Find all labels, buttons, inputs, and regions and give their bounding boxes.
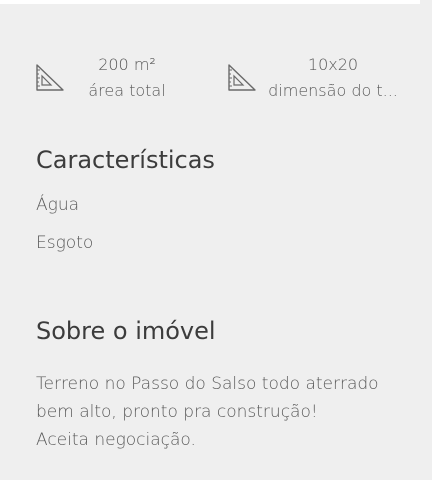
feature-dimensions: 10x20 dimensão do t... <box>226 52 426 108</box>
description-line: Terreno no Passo do Salso todo aterrado <box>36 374 379 394</box>
characteristics-title: Características <box>36 146 215 174</box>
about-property-title: Sobre o imóvel <box>36 317 216 345</box>
description-line: bem alto, pronto pra construção! <box>36 402 318 422</box>
feature-total-area: 200 m² área total <box>34 52 184 108</box>
characteristics-list: Água Esgoto <box>36 196 93 272</box>
feature-label: área total <box>88 81 166 100</box>
property-description: Terreno no Passo do Salso todo aterrado … <box>36 370 416 454</box>
feature-text: 200 m² área total <box>72 52 182 104</box>
feature-value: 10x20 <box>307 55 359 74</box>
feature-text: 10x20 dimensão do t... <box>266 52 400 104</box>
ruler-triangle-icon <box>228 64 256 91</box>
ruler-triangle-icon <box>36 64 64 91</box>
characteristic-item-water: Água <box>36 195 80 215</box>
feature-label: dimensão do t... <box>268 81 398 100</box>
characteristic-item-sewage: Esgoto <box>36 233 94 253</box>
top-card-edge <box>0 0 420 4</box>
description-line: Aceita negociação. <box>36 430 196 450</box>
property-details-page: 200 m² área total 10x20 dimensão do t...… <box>0 0 432 480</box>
feature-value: 200 m² <box>98 55 156 74</box>
